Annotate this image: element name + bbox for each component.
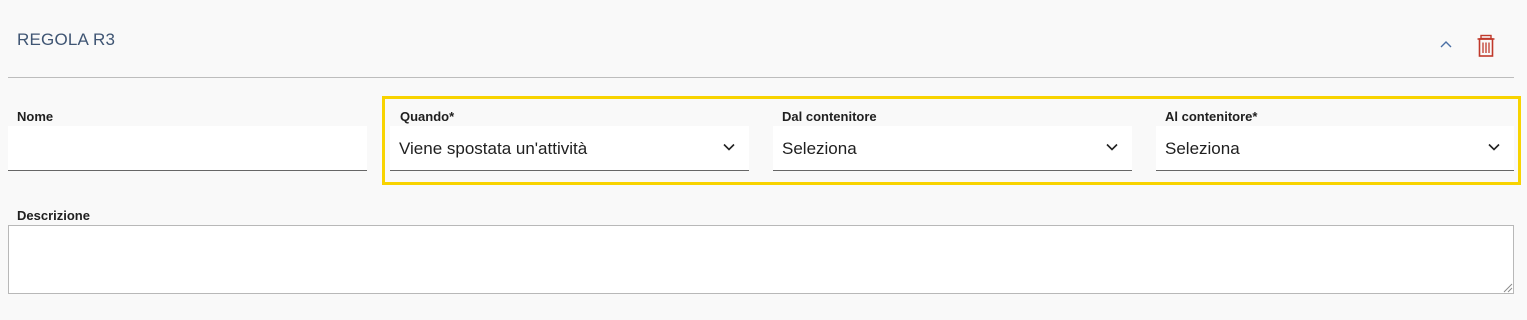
quando-select[interactable]: Viene spostata un'attività	[390, 126, 749, 171]
collapse-button[interactable]	[1436, 34, 1456, 54]
nome-label: Nome	[17, 109, 54, 124]
trash-icon	[1477, 34, 1495, 57]
dal-contenitore-label: Dal contenitore	[782, 109, 877, 124]
chevron-down-icon	[1106, 143, 1118, 151]
quando-label: Quando*	[400, 109, 455, 124]
descrizione-textarea[interactable]	[8, 225, 1514, 294]
dal-contenitore-select[interactable]: Seleziona	[773, 126, 1132, 171]
dal-contenitore-selected-value: Seleziona	[782, 139, 857, 158]
delete-rule-button[interactable]	[1474, 34, 1498, 58]
al-contenitore-label: Al contenitore*	[1165, 109, 1258, 124]
rule-title: REGOLA R3	[17, 30, 116, 49]
al-contenitore-selected-value: Seleziona	[1165, 139, 1240, 158]
chevron-up-icon	[1440, 41, 1452, 48]
al-contenitore-select[interactable]: Seleziona	[1156, 126, 1514, 171]
chevron-down-icon	[1488, 143, 1500, 151]
resize-handle-icon[interactable]	[1502, 282, 1513, 293]
descrizione-label: Descrizione	[17, 208, 90, 223]
rule-header: REGOLA R3	[8, 0, 1514, 78]
quando-selected-value: Viene spostata un'attività	[399, 139, 588, 158]
chevron-down-icon	[723, 143, 735, 151]
nome-input[interactable]	[8, 126, 367, 171]
